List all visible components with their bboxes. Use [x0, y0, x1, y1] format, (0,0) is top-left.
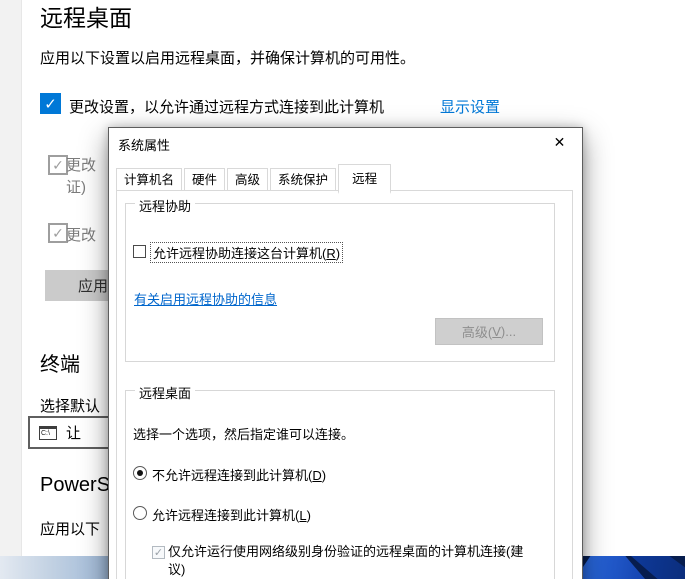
check-icon: ✓ [44, 95, 57, 113]
background-checkbox-1-label: 更改证) [66, 155, 96, 199]
remote-assistance-group-label: 远程协助 [135, 196, 195, 215]
enable-remote-desktop-checkbox[interactable]: ✓ [40, 93, 61, 114]
close-button[interactable]: ✕ [537, 128, 582, 157]
deny-remote-radio-label[interactable]: 不允许远程连接到此计算机(D) [152, 465, 326, 484]
tab-advanced[interactable]: 高级 [227, 168, 268, 192]
tab-system-protection[interactable]: 系统保护 [270, 168, 336, 192]
nla-checkbox[interactable]: ✓ [152, 546, 165, 559]
tab-computer-name[interactable]: 计算机名 [116, 168, 182, 192]
default-terminal-value: 让 [66, 422, 81, 443]
dialog-title: 系统属性 [118, 135, 170, 154]
nla-checkbox-label[interactable]: 仅允许运行使用网络级别身份验证的远程桌面的计算机连接(建议)(N) [168, 543, 524, 579]
check-icon: ✓ [52, 225, 64, 242]
radio-dot [137, 470, 143, 476]
remote-assistance-checkbox-label[interactable]: 允许远程协助连接这台计算机(R) [151, 243, 342, 262]
page-title: 远程桌面 [40, 4, 132, 32]
remote-desktop-group-label: 远程桌面 [135, 383, 195, 402]
remote-desktop-instruction: 选择一个选项，然后指定谁可以连接。 [133, 424, 354, 443]
tab-hardware[interactable]: 硬件 [184, 168, 225, 192]
allow-remote-radio[interactable] [133, 506, 147, 520]
deny-remote-radio[interactable] [133, 466, 147, 480]
background-checkbox-2-label: 更改 [66, 225, 96, 247]
tab-remote[interactable]: 远程 [338, 164, 391, 194]
background-checkbox-2[interactable]: ✓ [48, 223, 68, 243]
system-properties-dialog: 系统属性 ✕ 计算机名 硬件 高级 系统保护 远程 远程协助 允许远程协助连接这… [108, 127, 583, 579]
remote-assistance-checkbox[interactable] [133, 245, 146, 258]
advanced-button[interactable]: 高级(V)... [435, 318, 543, 345]
enable-remote-desktop-label[interactable]: 更改设置，以允许通过远程方式连接到此计算机 [69, 96, 384, 117]
allow-remote-radio-label[interactable]: 允许远程连接到此计算机(L) [152, 505, 311, 524]
check-icon: ✓ [154, 546, 163, 559]
command-prompt-icon: C:\ [39, 426, 57, 440]
tab-strip: 计算机名 硬件 高级 系统保护 远程 [116, 164, 393, 192]
check-icon: ✓ [52, 157, 64, 174]
screen: 远程桌面 应用以下设置以启用远程桌面，并确保计算机的可用性。 ✓ 更改设置，以允… [0, 0, 685, 579]
powershell-description: 应用以下 [40, 518, 100, 539]
powershell-heading: PowerS [40, 474, 110, 497]
page-description: 应用以下设置以启用远程桌面，并确保计算机的可用性。 [40, 47, 415, 68]
terminal-heading: 终端 [40, 348, 80, 377]
desktop-wallpaper-right [583, 556, 685, 579]
remote-assistance-info-link[interactable]: 有关启用远程协助的信息 [134, 289, 277, 308]
desktop-wallpaper-left [0, 556, 110, 579]
settings-sidebar-edge [0, 0, 22, 556]
terminal-description: 选择默认 [40, 395, 100, 416]
close-icon: ✕ [554, 134, 566, 151]
show-settings-link[interactable]: 显示设置 [440, 96, 500, 117]
background-checkbox-1[interactable]: ✓ [48, 155, 68, 175]
